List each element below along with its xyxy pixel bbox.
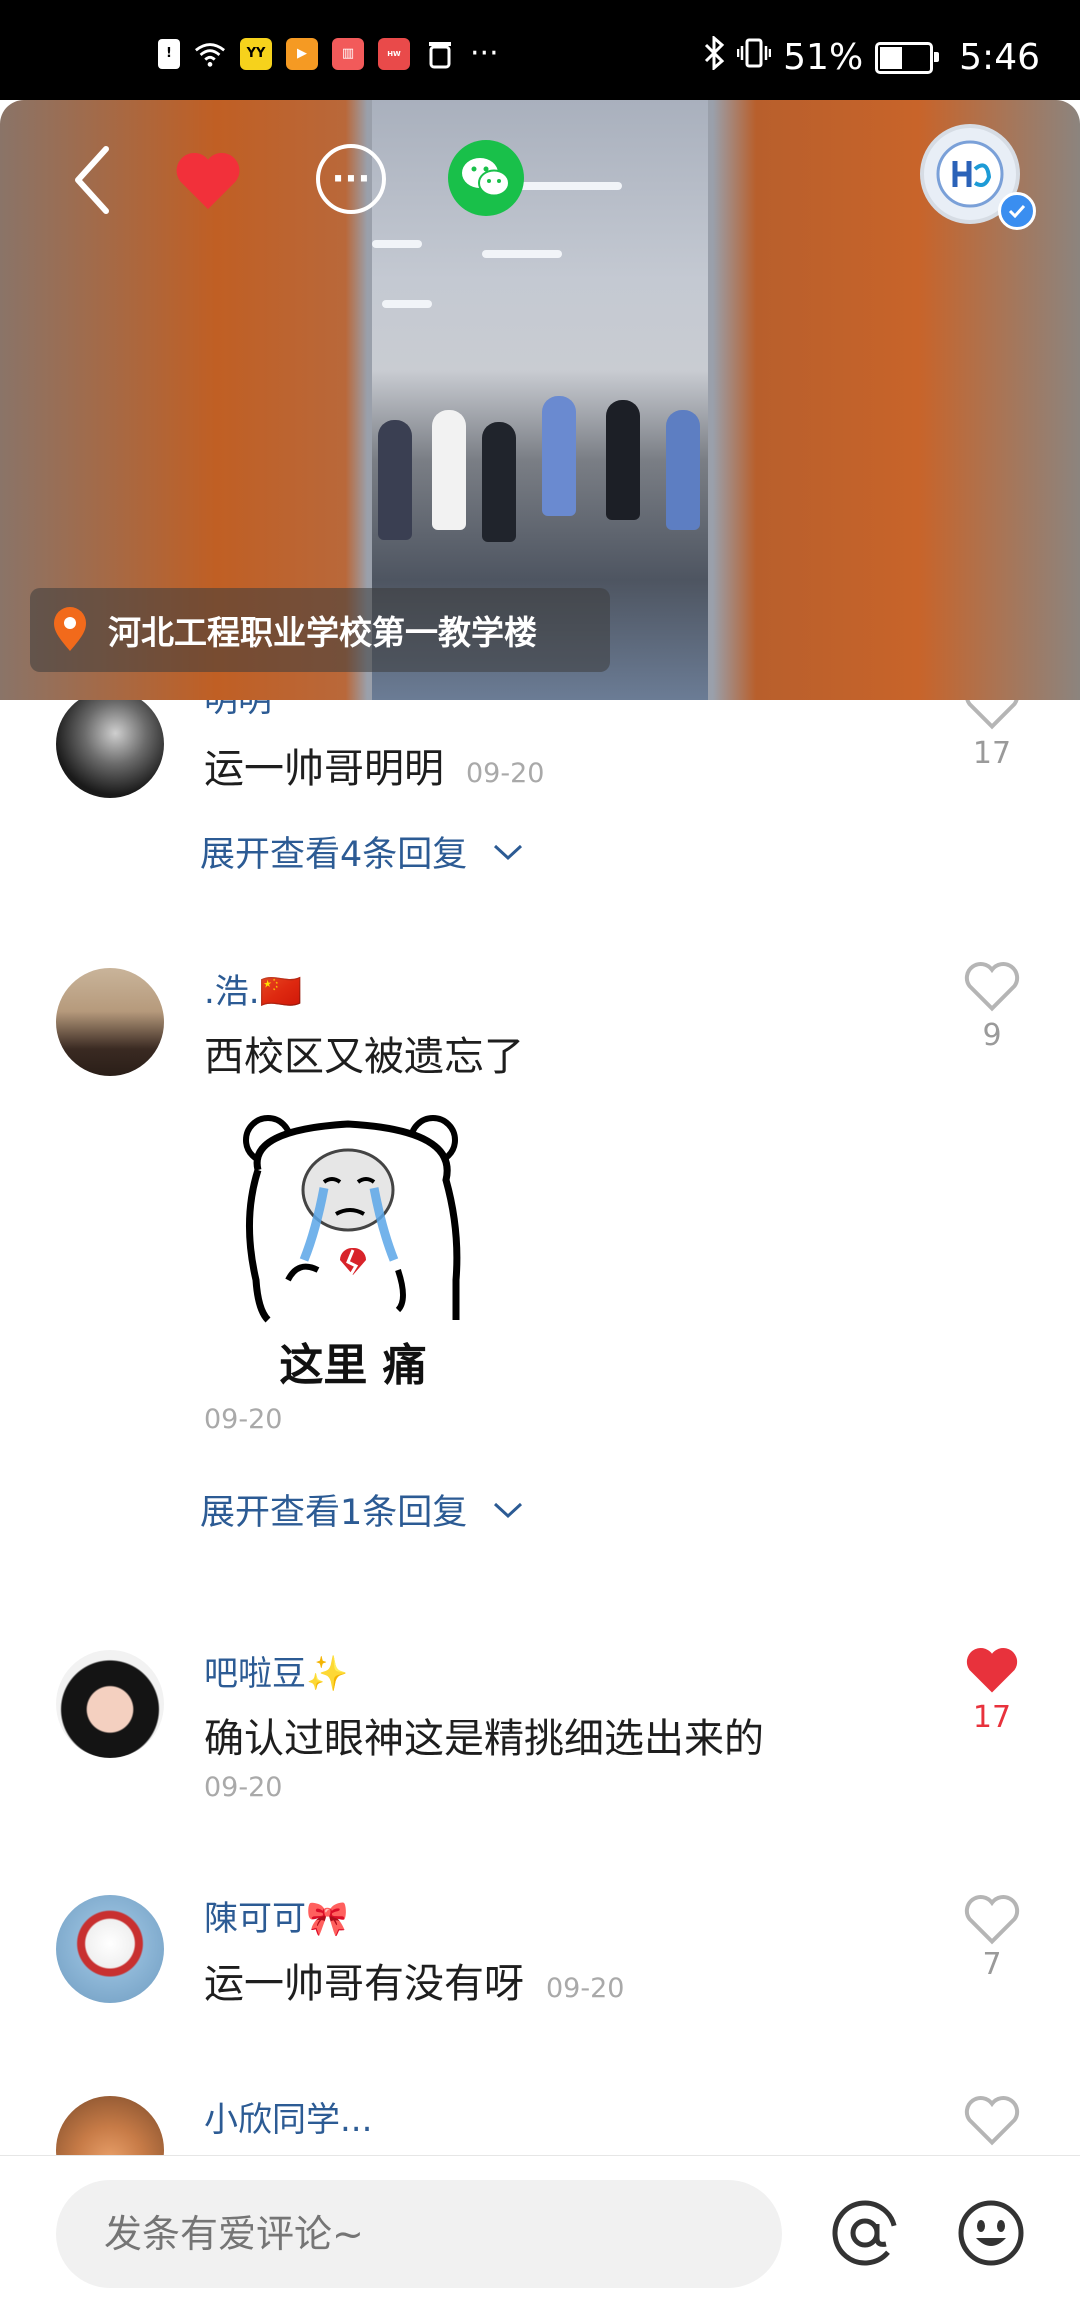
comment-body: 运一帅哥明明: [204, 746, 444, 792]
dancer: [482, 422, 516, 542]
wechat-share-button[interactable]: [448, 140, 524, 216]
dancer: [666, 410, 700, 530]
like-count: 17: [972, 736, 1012, 771]
location-pin-icon: [54, 607, 86, 651]
battery-icon: [875, 41, 940, 74]
bluetooth-icon: [703, 34, 725, 79]
chevron-down-icon: [494, 1502, 523, 1518]
sticker-image[interactable]: 这里 痛: [228, 1110, 478, 1400]
comment-time: 09-20: [466, 758, 545, 789]
vibrate-icon: [736, 37, 772, 78]
location-label: 河北工程职业学校第一教学楼: [108, 613, 537, 652]
avatar[interactable]: [56, 968, 164, 1076]
comment-author[interactable]: 明明: [204, 700, 272, 721]
comment-author[interactable]: 陳可可🎀: [204, 1891, 348, 1940]
book-app-icon: ▥: [332, 37, 364, 70]
comment-bar: [0, 2155, 1080, 2311]
like-heart-icon[interactable]: [962, 1889, 1022, 1949]
wifi-icon: [194, 38, 226, 70]
like-button[interactable]: [168, 140, 248, 220]
avatar[interactable]: [56, 2096, 164, 2155]
more-icon: ···: [331, 159, 371, 199]
more-button[interactable]: ···: [316, 144, 386, 214]
status-bar: ! YY ▶ ▥ HW ··· 51% 5:46: [0, 0, 1080, 100]
like-heart-icon[interactable]: [962, 700, 1022, 734]
expand-replies-label: 展开查看4条回复: [200, 835, 468, 875]
ceiling-lamp: [382, 300, 432, 308]
back-button[interactable]: [62, 140, 122, 220]
dancer: [378, 420, 412, 540]
comment-author[interactable]: .浩.🇨🇳: [204, 964, 302, 1013]
like-heart-icon[interactable]: [962, 956, 1022, 1016]
emoji-button[interactable]: [956, 2198, 1026, 2268]
comment-author[interactable]: 吧啦豆✨: [204, 1646, 348, 1695]
verified-icon: [998, 192, 1036, 230]
chevron-down-icon: [494, 844, 523, 860]
location-tag[interactable]: 河北工程职业学校第一教学楼: [30, 588, 610, 672]
video-player[interactable]: ··· 河北工程职业学校第一教学楼: [0, 100, 1080, 700]
like-count: 17: [972, 1700, 1012, 1735]
expand-replies-link[interactable]: 展开查看1条回复: [200, 1484, 523, 1535]
ceiling-lamp: [482, 250, 562, 258]
expand-replies-label: 展开查看1条回复: [200, 1493, 468, 1533]
like-count: 9: [982, 1018, 1002, 1053]
dancer: [606, 400, 640, 520]
avatar[interactable]: [56, 1895, 164, 2003]
back-icon: [75, 146, 109, 214]
system-status: 51% 5:46: [703, 34, 1040, 79]
wechat-icon: [462, 158, 510, 197]
comment-text: 确认过眼神这是精挑细选出来的: [204, 1716, 764, 1762]
battery-percent: 51%: [783, 37, 864, 78]
huawei-app-icon: HW: [378, 37, 410, 70]
sim-icon: !: [158, 38, 180, 69]
notification-icons: ! YY ▶ ▥ HW ···: [158, 36, 499, 71]
ceiling-lamp: [512, 182, 622, 190]
comment-input[interactable]: [56, 2180, 782, 2288]
more-notifications: ···: [470, 36, 499, 71]
comment-text: 运一帅哥有没有呀 09-20: [204, 1951, 624, 2009]
like-heart-icon[interactable]: [962, 2090, 1022, 2150]
like-count: 7: [982, 1947, 1002, 1982]
comment-time: 09-20: [546, 1973, 625, 2004]
crying-bear-sticker: 这里 痛: [243, 1115, 461, 1391]
sticker-caption: 这里 痛: [279, 1340, 426, 1391]
video-app-icon: ▶: [286, 37, 318, 70]
comment-time: 09-20: [204, 1404, 283, 1435]
school-logo-icon: [936, 140, 1004, 208]
ceiling-lamp: [372, 240, 422, 248]
heart-icon: [176, 152, 240, 210]
comment-time: 09-20: [204, 1772, 283, 1803]
expand-replies-link[interactable]: 展开查看4条回复: [200, 826, 523, 877]
mention-button[interactable]: [830, 2198, 900, 2268]
cleaner-icon: [424, 38, 456, 70]
yy-app-icon: YY: [240, 37, 272, 70]
avatar[interactable]: [56, 1650, 164, 1758]
liked-heart-icon[interactable]: [962, 1640, 1022, 1700]
smiley-icon: [958, 2200, 1024, 2266]
dancer: [542, 396, 576, 516]
comment-text: 西校区又被遗忘了: [204, 1034, 524, 1080]
author-avatar[interactable]: [920, 124, 1036, 230]
comment-author[interactable]: 小欣同学...: [204, 2092, 372, 2141]
comment-text: 运一帅哥明明 09-20: [204, 736, 544, 794]
at-icon: [832, 2200, 898, 2266]
comment-list[interactable]: 明明 运一帅哥明明 09-20 17 展开查看4条回复 .浩.🇨🇳 西校区又被遗忘…: [0, 700, 1080, 2155]
dancer: [432, 410, 466, 530]
comment-body: 运一帅哥有没有呀: [204, 1961, 524, 2007]
avatar[interactable]: [56, 700, 164, 798]
clock: 5:46: [959, 37, 1040, 78]
